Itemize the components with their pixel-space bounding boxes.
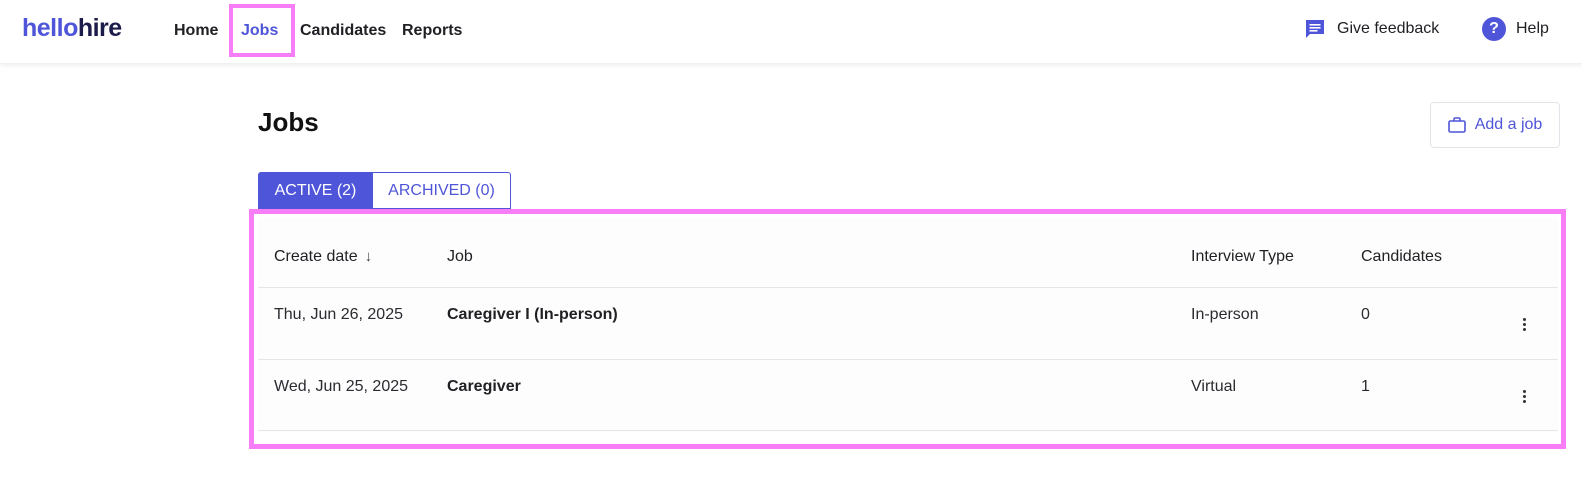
hellohire-logo[interactable]: hellohire [22, 12, 122, 44]
column-header-candidates: Candidates [1361, 248, 1442, 265]
cell-interview-type: Virtual [1191, 378, 1237, 395]
more-options-icon[interactable] [1514, 314, 1534, 334]
column-header-label: Create date [274, 248, 358, 265]
cell-job-title[interactable]: Caregiver I (In-person) [447, 304, 618, 326]
nav-item-candidates[interactable]: Candidates [300, 20, 386, 42]
sort-arrow-down-icon: ↓ [364, 248, 373, 265]
cell-candidates-count: 1 [1361, 378, 1370, 395]
cell-candidates-count: 0 [1361, 306, 1370, 323]
chat-bubble-icon [1306, 20, 1324, 38]
logo-text-hello: hello [22, 14, 78, 42]
question-circle-icon: ? [1482, 17, 1506, 41]
jobs-table: Create date ↓ Job Interview Type Candida… [258, 218, 1558, 432]
give-feedback-button[interactable]: Give feedback [1303, 17, 1439, 41]
more-options-icon[interactable] [1514, 386, 1534, 406]
help-label: Help [1516, 20, 1549, 37]
cell-create-date: Wed, Jun 25, 2025 [274, 378, 409, 395]
table-row[interactable]: Thu, Jun 26, 2025 Caregiver I (In-person… [258, 287, 1558, 359]
help-button[interactable]: ? Help [1482, 17, 1549, 41]
tab-archived[interactable]: ARCHIVED (0) [373, 172, 511, 209]
column-header-interview-type: Interview Type [1191, 248, 1294, 265]
nav-item-reports[interactable]: Reports [402, 20, 462, 42]
page-title: Jobs [258, 107, 319, 137]
nav-item-home[interactable]: Home [174, 20, 218, 42]
briefcase-icon [1447, 117, 1466, 133]
logo-text-hire: hire [77, 14, 122, 42]
give-feedback-label: Give feedback [1337, 20, 1440, 37]
table-row[interactable]: Wed, Jun 25, 2025 Caregiver Virtual 1 [258, 359, 1558, 431]
add-job-button[interactable]: Add a job [1430, 102, 1560, 148]
cell-create-date: Thu, Jun 26, 2025 [274, 306, 403, 323]
add-job-label: Add a job [1474, 116, 1543, 133]
cell-job-title[interactable]: Caregiver [447, 376, 521, 398]
column-header-job: Job [447, 248, 473, 265]
highlight-jobs-nav [229, 4, 295, 57]
tab-active[interactable]: ACTIVE (2) [258, 172, 373, 209]
cell-interview-type: In-person [1191, 306, 1259, 323]
column-header-create-date[interactable]: Create date ↓ [274, 246, 372, 268]
